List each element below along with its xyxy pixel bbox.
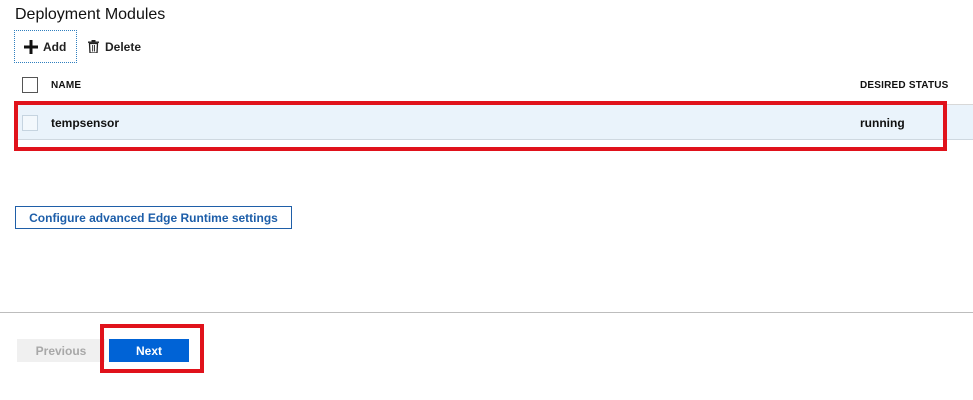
footer-divider (0, 312, 973, 313)
desired-status-cell: running (860, 116, 905, 130)
delete-button-label: Delete (105, 39, 142, 54)
module-name-cell[interactable]: tempsensor (51, 116, 119, 130)
plus-icon (24, 39, 38, 54)
add-button[interactable]: Add (14, 30, 77, 63)
table-row[interactable]: tempsensor running (15, 105, 973, 140)
select-all-checkbox[interactable] (22, 77, 38, 93)
column-header-desired-status[interactable]: DESIRED STATUS (860, 80, 949, 91)
next-button[interactable]: Next (109, 339, 189, 362)
add-button-label: Add (43, 39, 67, 54)
page-title: Deployment Modules (15, 6, 166, 23)
delete-button[interactable]: Delete (88, 30, 141, 63)
previous-button[interactable]: Previous (17, 339, 105, 362)
trash-icon (88, 40, 99, 53)
column-header-name[interactable]: NAME (51, 80, 81, 91)
deployment-modules-page: Deployment Modules Add Delete NAME DESIR… (0, 0, 973, 400)
configure-edge-runtime-button[interactable]: Configure advanced Edge Runtime settings (15, 206, 292, 229)
row-checkbox[interactable] (22, 115, 38, 131)
